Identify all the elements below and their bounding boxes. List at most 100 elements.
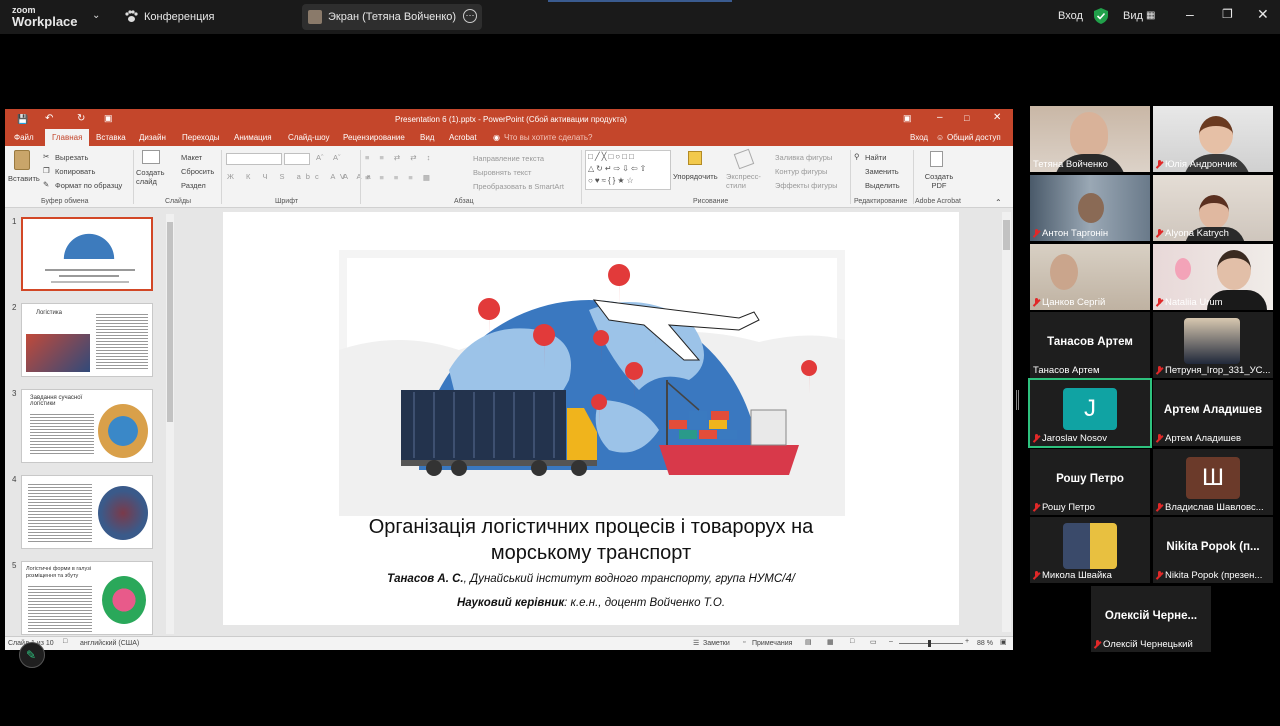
- zoom-in-icon[interactable]: +: [965, 638, 969, 645]
- slide-advisor-line[interactable]: Науковий керівник: к.е.н., доцент Войчен…: [263, 597, 919, 609]
- participant-tile[interactable]: Юлія Андрончик: [1153, 106, 1273, 172]
- slide-scrollbar[interactable]: [1002, 212, 1011, 632]
- share-button[interactable]: Общий доступ: [947, 133, 1001, 142]
- smartart-button[interactable]: Преобразовать в SmartArt: [473, 182, 564, 191]
- view-label[interactable]: Вид: [1123, 10, 1143, 22]
- tab-review[interactable]: Рецензирование: [343, 133, 405, 142]
- format-painter-button[interactable]: Формат по образцу: [55, 181, 122, 190]
- thumbnail-slide-3[interactable]: Завдання сучасної логістики: [21, 389, 153, 463]
- normal-view-icon[interactable]: ▤: [805, 638, 812, 646]
- font-size-input[interactable]: [284, 153, 310, 165]
- more-icon[interactable]: ⋯: [463, 9, 477, 23]
- reading-view-icon[interactable]: □: [850, 638, 854, 645]
- decrease-font-icon[interactable]: Aˇ: [333, 153, 341, 162]
- scrollbar-thumb[interactable]: [167, 222, 173, 422]
- participant-tile[interactable]: Цанков Сергій: [1030, 244, 1150, 310]
- tab-home[interactable]: Главная: [45, 129, 90, 146]
- cut-button[interactable]: Вырезать: [55, 153, 88, 162]
- fit-slide-icon[interactable]: ▣: [1000, 638, 1007, 646]
- screen-share-pill[interactable]: Экран (Тетяна Войченко) ⋯: [302, 4, 482, 30]
- tell-me-input[interactable]: Что вы хотите сделать?: [504, 133, 592, 142]
- quick-styles-button[interactable]: Экспресс-стили: [724, 148, 766, 194]
- text-direction-button[interactable]: Направление текста: [473, 154, 544, 163]
- tab-design[interactable]: Дизайн: [139, 133, 166, 142]
- tab-view[interactable]: Вид: [420, 133, 434, 142]
- font-color-icon[interactable]: A: [343, 172, 348, 181]
- participant-tile[interactable]: Антон Таргонін: [1030, 175, 1150, 241]
- list-icons[interactable]: ≡ ≡ ⇄ ⇄ ↕: [365, 153, 434, 162]
- new-slide-button[interactable]: Создать слайд: [136, 148, 168, 194]
- create-pdf-button[interactable]: Создать PDF: [919, 148, 957, 194]
- chevron-down-icon[interactable]: ⌄: [92, 10, 100, 21]
- spellcheck-icon[interactable]: □: [63, 638, 67, 645]
- shape-outline-button[interactable]: Контур фигуры: [775, 167, 827, 176]
- slide-author-line[interactable]: Танасов А. С., Дунайський інститут водно…: [263, 573, 919, 585]
- align-icons[interactable]: ≡ ≡ ≡ ≡ ▦: [365, 173, 434, 182]
- conference-button[interactable]: Конференция: [124, 10, 214, 23]
- maximize-icon[interactable]: ❐: [1222, 7, 1233, 21]
- participant-tile[interactable]: Тетяна Войченко: [1030, 106, 1150, 172]
- participant-tile[interactable]: Танасов Артем Танасов Артем: [1030, 312, 1150, 378]
- undo-icon[interactable]: ↶: [45, 113, 53, 124]
- sorter-view-icon[interactable]: ▦: [827, 638, 834, 646]
- align-text-button[interactable]: Выровнять текст: [473, 168, 531, 177]
- collapse-ribbon-icon[interactable]: ⌃: [995, 198, 1002, 207]
- comments-button[interactable]: Примечания: [752, 640, 792, 647]
- save-icon[interactable]: 💾: [17, 114, 28, 125]
- thumbnail-slide-5[interactable]: Логістичні форми в галузі розміщення та …: [21, 561, 153, 635]
- annotate-button[interactable]: ✎: [19, 642, 45, 668]
- minimize-icon[interactable]: –: [1186, 6, 1194, 22]
- zoom-level[interactable]: 88 %: [977, 640, 993, 647]
- thumbnail-scrollbar[interactable]: [166, 214, 174, 634]
- shape-effects-button[interactable]: Эффекты фигуры: [775, 181, 838, 190]
- font-format-icons[interactable]: Ж К Ч S abc AV Aa: [227, 172, 376, 181]
- participant-tile[interactable]: Ш Владислав Шавловс...: [1153, 449, 1273, 515]
- ppt-close-icon[interactable]: ✕: [993, 112, 1001, 123]
- arrange-button[interactable]: Упорядочить: [673, 148, 723, 194]
- scrollbar-thumb[interactable]: [1003, 220, 1010, 250]
- zoom-slider-thumb[interactable]: [928, 640, 931, 647]
- font-name-input[interactable]: [226, 153, 282, 165]
- tab-insert[interactable]: Вставка: [96, 133, 126, 142]
- participant-tile[interactable]: Олексій Черне... Олексій Чернецький: [1091, 586, 1211, 652]
- ribbon-options-icon[interactable]: ▣: [903, 113, 912, 124]
- thumbnail-slide-4[interactable]: [21, 475, 153, 549]
- slideshow-icon[interactable]: ▣: [104, 113, 113, 124]
- paste-button[interactable]: Вставить: [8, 148, 40, 194]
- zoom-slider[interactable]: [899, 640, 963, 647]
- slide-canvas[interactable]: Організація логістичних процесів і товар…: [223, 212, 959, 625]
- participant-tile[interactable]: Nataliia Urum: [1153, 244, 1273, 310]
- notes-button[interactable]: Заметки: [703, 640, 730, 647]
- close-icon[interactable]: ✕: [1257, 6, 1269, 23]
- ppt-minimize-icon[interactable]: –: [937, 112, 943, 123]
- copy-button[interactable]: Копировать: [55, 167, 95, 176]
- tab-acrobat[interactable]: Acrobat: [449, 133, 477, 142]
- participant-tile-active[interactable]: J Jaroslav Nosov: [1028, 378, 1152, 448]
- thumbnail-slide-2[interactable]: Логістика: [21, 303, 153, 377]
- find-button[interactable]: Найти: [865, 153, 886, 162]
- participant-tile[interactable]: Alyona Katrych: [1153, 175, 1273, 241]
- thumbnail-slide-1[interactable]: [21, 217, 153, 291]
- enter-label[interactable]: Вход: [1058, 10, 1083, 22]
- tab-slideshow[interactable]: Слайд-шоу: [288, 133, 329, 142]
- shape-fill-button[interactable]: Заливка фигуры: [775, 153, 832, 162]
- slide-title[interactable]: Організація логістичних процесів і товар…: [303, 514, 879, 566]
- participant-tile[interactable]: Микола Швайка: [1030, 517, 1150, 583]
- shield-icon[interactable]: [1094, 8, 1108, 24]
- signin-link[interactable]: Вход: [910, 133, 928, 142]
- panel-splitter[interactable]: [1016, 390, 1019, 410]
- increase-font-icon[interactable]: Aˆ: [316, 153, 324, 162]
- tab-file[interactable]: Файл: [14, 133, 34, 142]
- select-button[interactable]: Выделить: [865, 181, 900, 190]
- participant-tile[interactable]: Артем Аладишев Артем Аладишев: [1153, 380, 1273, 446]
- tab-transitions[interactable]: Переходы: [182, 133, 220, 142]
- layout-button[interactable]: Макет: [181, 153, 202, 162]
- participant-tile[interactable]: Nikita Popok (п... Nikita Popok (презен.…: [1153, 517, 1273, 583]
- zoom-out-icon[interactable]: –: [889, 638, 893, 645]
- language-label[interactable]: английский (США): [80, 640, 139, 647]
- tab-animation[interactable]: Анимация: [234, 133, 272, 142]
- participant-tile[interactable]: Петруня_Ігор_331_УС...: [1153, 312, 1273, 378]
- replace-button[interactable]: Заменить: [865, 167, 899, 176]
- ppt-maximize-icon[interactable]: □: [964, 113, 969, 123]
- shapes-gallery[interactable]: □╱╳□○□□ △↻↵⇨⇩⇦⇧ ○♥≈{}★☆: [585, 150, 671, 190]
